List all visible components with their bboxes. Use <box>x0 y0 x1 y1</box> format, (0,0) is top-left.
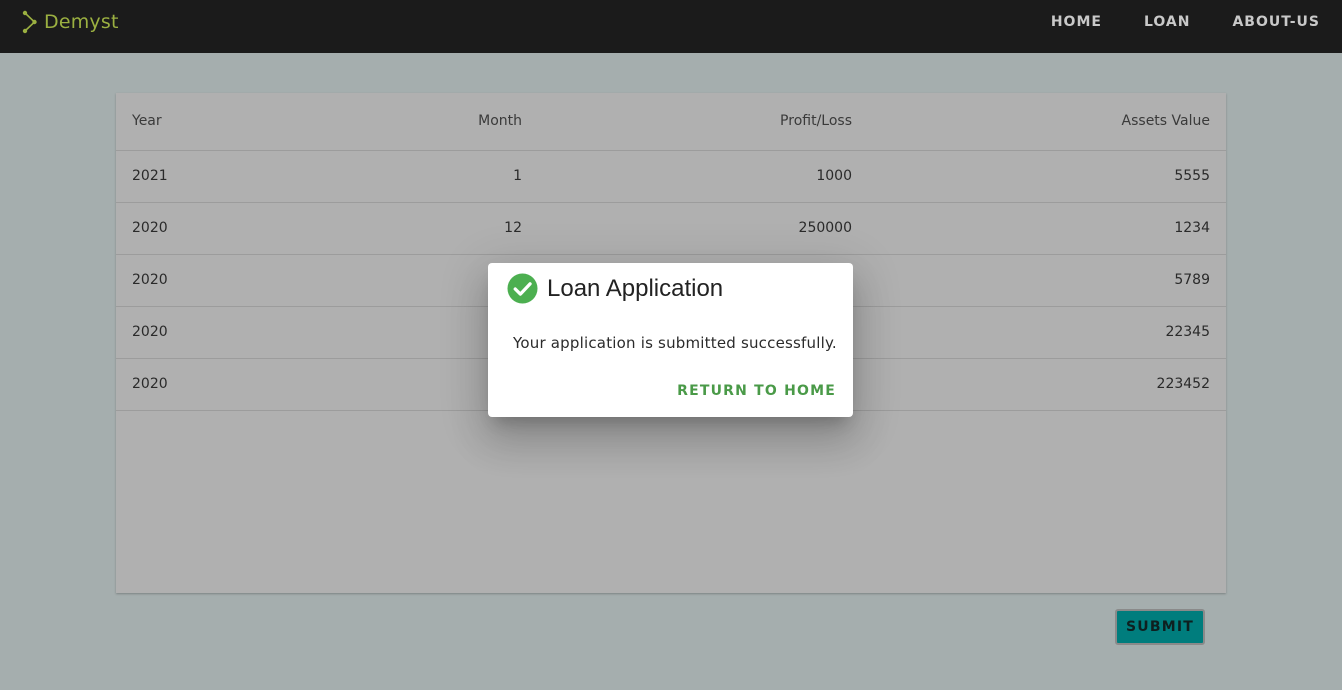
dialog-message: Your application is submitted successful… <box>513 334 837 352</box>
cell-year: 2020 <box>116 358 330 411</box>
cell-year: 2020 <box>116 306 330 359</box>
cell-assets-value: 5555 <box>868 150 1226 203</box>
dialog-title: Loan Application <box>507 273 723 304</box>
check-circle-icon <box>507 273 538 304</box>
nav-home[interactable]: HOME <box>1051 14 1102 30</box>
cell-year: 2020 <box>116 254 330 307</box>
brand-name: Demyst <box>44 11 119 33</box>
brand-logo[interactable]: Demyst <box>22 9 119 35</box>
cell-assets-value: 5789 <box>868 254 1226 307</box>
cell-assets-value: 1234 <box>868 202 1226 255</box>
return-to-home-button[interactable]: RETURN TO HOME <box>677 383 836 399</box>
header-assets-value[interactable]: Assets Value <box>868 93 1226 151</box>
cell-month: 1 <box>330 150 538 203</box>
nav-links: HOME LOAN ABOUT-US <box>1051 0 1320 44</box>
table-header-row: Year Month Profit/Loss Assets Value <box>116 93 1226 151</box>
table-row: 2020 12 250000 1234 <box>116 202 1226 255</box>
cell-year: 2021 <box>116 150 330 203</box>
header-profit-loss[interactable]: Profit/Loss <box>538 93 868 151</box>
submit-button[interactable]: SUBMIT <box>1115 609 1205 645</box>
top-navbar: Demyst HOME LOAN ABOUT-US <box>0 0 1342 53</box>
table-row: 2021 1 1000 5555 <box>116 150 1226 203</box>
cell-profit-loss: 250000 <box>538 202 868 255</box>
success-dialog: Loan Application Your application is sub… <box>488 263 853 417</box>
cell-profit-loss: 1000 <box>538 150 868 203</box>
cell-year: 2020 <box>116 202 330 255</box>
nav-about-us[interactable]: ABOUT-US <box>1232 14 1320 30</box>
cell-month: 12 <box>330 202 538 255</box>
header-month[interactable]: Month <box>330 93 538 151</box>
dialog-title-text: Loan Application <box>547 274 724 302</box>
cell-assets-value: 22345 <box>868 306 1226 359</box>
nav-loan[interactable]: LOAN <box>1144 14 1191 30</box>
cell-assets-value: 223452 <box>868 358 1226 411</box>
demyst-logo-icon <box>22 10 37 34</box>
header-year[interactable]: Year <box>116 93 330 151</box>
